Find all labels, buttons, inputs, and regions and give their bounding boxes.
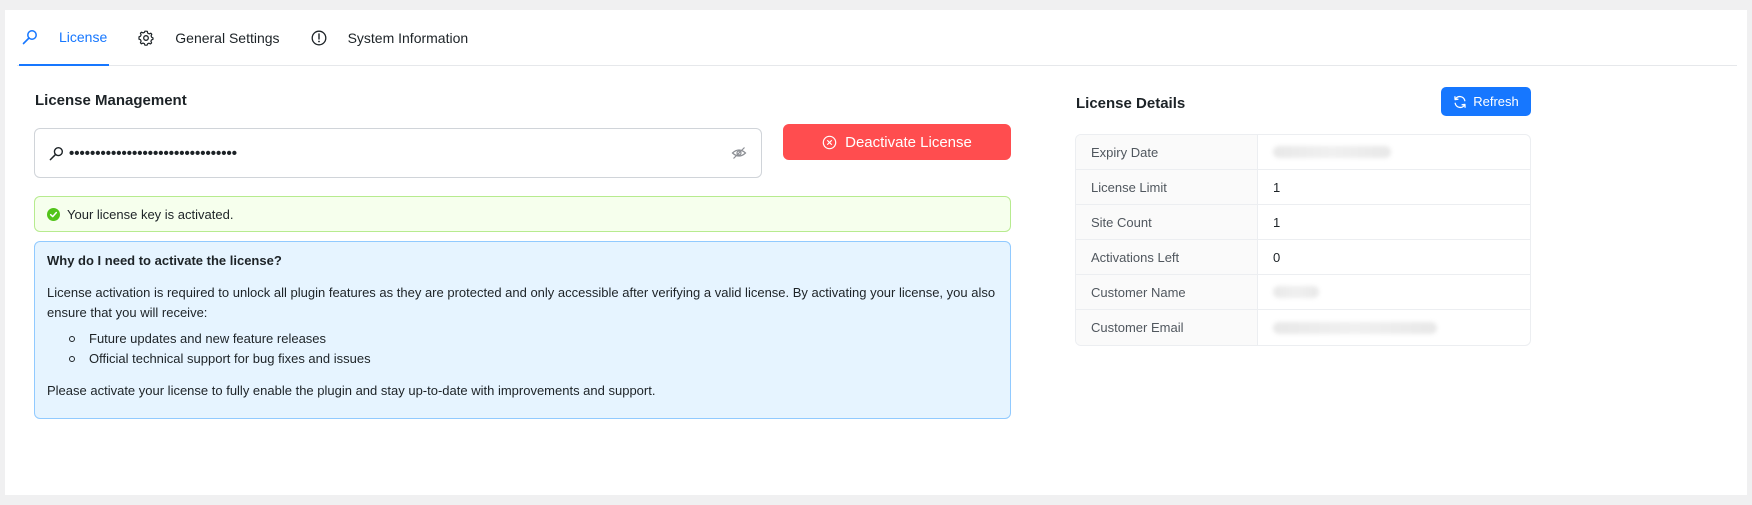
close-circle-icon bbox=[822, 135, 837, 150]
row-label: Customer Name bbox=[1076, 275, 1258, 309]
license-key-value: •••••••••••••••••••••••••••••••• bbox=[69, 144, 238, 162]
tab-label: General Settings bbox=[175, 29, 280, 46]
row-label: Site Count bbox=[1076, 205, 1258, 239]
tab-system-information[interactable]: System Information bbox=[308, 10, 471, 66]
table-row: Customer Email bbox=[1076, 310, 1530, 345]
row-value: 1 bbox=[1273, 214, 1281, 230]
reload-icon bbox=[1453, 95, 1467, 109]
table-row: License Limit 1 bbox=[1076, 170, 1530, 205]
activation-info-box: Why do I need to activate the license? L… bbox=[34, 241, 1011, 419]
tab-license[interactable]: License bbox=[19, 10, 110, 66]
check-circle-icon bbox=[47, 207, 60, 221]
table-row: Customer Name bbox=[1076, 275, 1530, 310]
tab-label: System Information bbox=[347, 29, 469, 46]
success-alert: Your license key is activated. bbox=[34, 196, 1011, 232]
key-icon bbox=[21, 28, 39, 46]
row-value bbox=[1258, 275, 1530, 309]
row-value bbox=[1258, 310, 1530, 345]
redacted-value bbox=[1273, 286, 1319, 298]
info-icon bbox=[310, 29, 328, 47]
row-label: License Limit bbox=[1076, 170, 1258, 204]
table-row: Site Count 1 bbox=[1076, 205, 1530, 240]
license-details-table: Expiry Date License Limit 1 Site Count 1… bbox=[1075, 134, 1531, 346]
row-label: Expiry Date bbox=[1076, 135, 1258, 169]
row-value bbox=[1258, 135, 1530, 169]
table-row: Activations Left 0 bbox=[1076, 240, 1530, 275]
refresh-button[interactable]: Refresh bbox=[1441, 87, 1531, 116]
list-item: Future updates and new feature releases bbox=[69, 329, 998, 349]
gear-icon bbox=[137, 29, 155, 47]
info-bullet-list: Future updates and new feature releases … bbox=[69, 329, 998, 369]
license-key-input[interactable]: •••••••••••••••••••••••••••••••• bbox=[34, 128, 762, 178]
table-row: Expiry Date bbox=[1076, 135, 1530, 170]
license-details-title: License Details bbox=[1076, 95, 1186, 112]
row-value: 0 bbox=[1273, 249, 1281, 265]
tab-label: License bbox=[59, 29, 108, 45]
info-paragraph: License activation is required to unlock… bbox=[47, 285, 996, 320]
row-value: 1 bbox=[1273, 179, 1281, 195]
redacted-value bbox=[1273, 146, 1391, 158]
tab-general-settings[interactable]: General Settings bbox=[135, 10, 281, 66]
refresh-label: Refresh bbox=[1473, 94, 1519, 109]
deactivate-license-button[interactable]: Deactivate License bbox=[783, 124, 1011, 160]
tab-bar: License General Settings System Informat… bbox=[17, 10, 1737, 66]
redacted-value bbox=[1273, 321, 1437, 334]
license-management-title: License Management bbox=[35, 92, 187, 109]
eye-invisible-icon[interactable] bbox=[729, 143, 749, 163]
row-label: Activations Left bbox=[1076, 240, 1258, 274]
bullet-icon bbox=[69, 336, 75, 342]
info-title: Why do I need to activate the license? bbox=[47, 253, 282, 268]
row-label: Customer Email bbox=[1076, 310, 1258, 345]
success-message: Your license key is activated. bbox=[67, 206, 234, 222]
list-item: Official technical support for bug fixes… bbox=[69, 349, 998, 369]
deactivate-label: Deactivate License bbox=[845, 133, 972, 151]
bullet-icon bbox=[69, 356, 75, 362]
info-footer: Please activate your license to fully en… bbox=[47, 383, 656, 398]
key-icon bbox=[47, 144, 65, 162]
